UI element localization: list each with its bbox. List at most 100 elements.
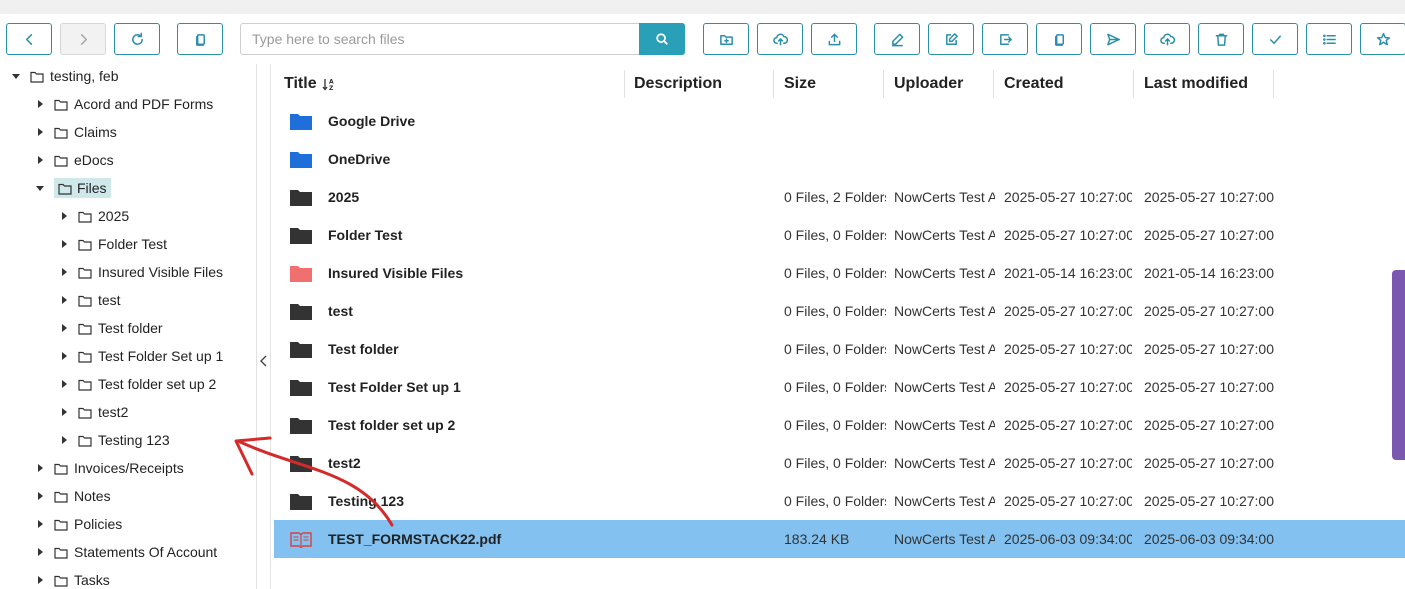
file-row[interactable]: Folder Test 0 Files, 0 Folders NowCerts Te… [274,216,1405,254]
folder-icon [78,322,92,335]
tree-node-test-folder[interactable]: Test folder [60,316,163,340]
caret-right-icon[interactable] [60,240,68,248]
tree-node-test-folder-set-up-2[interactable]: Test folder set up 2 [60,372,216,396]
select-button[interactable] [1252,23,1298,55]
file-size: 0 Files, 0 Folders [784,303,886,319]
upload-button[interactable] [811,23,857,55]
file-row[interactable]: Insured Visible Files 0 Files, 0 Folders N… [274,254,1405,292]
file-row[interactable]: 2025 0 Files, 2 Folders NowCerts Test A 202… [274,178,1405,216]
tree-node-invoices-receipts[interactable]: Invoices/Receipts [36,456,184,480]
tree-node-claims[interactable]: Claims [36,120,117,144]
tree-node-notes[interactable]: Notes [36,484,111,508]
tree-node-label: Acord and PDF Forms [74,96,214,112]
column-header-last-modified[interactable]: Last modified [1134,70,1274,98]
caret-down-icon[interactable] [12,72,20,80]
search-input[interactable] [241,24,639,54]
file-uploader: NowCerts Test A [894,455,995,471]
caret-right-icon[interactable] [60,380,68,388]
folder-icon [290,227,312,244]
back-button[interactable] [6,23,52,55]
caret-right-icon[interactable] [36,548,44,556]
column-header-created[interactable]: Created [994,70,1134,98]
file-row[interactable]: Test folder 0 Files, 0 Folders NowCerts Te… [274,330,1405,368]
list-icon [1322,33,1336,45]
file-row[interactable]: TEST_FORMSTACK22.pdf 183.24 KB NowCerts Te… [274,520,1405,558]
send-button[interactable] [1090,23,1136,55]
column-header-title[interactable]: Title AZ [274,70,625,98]
copy-button[interactable] [177,23,223,55]
caret-right-icon[interactable] [36,464,44,472]
tree-node-statements-of-account[interactable]: Statements Of Account [36,540,217,564]
caret-right-icon[interactable] [36,492,44,500]
tree-node-edocs[interactable]: eDocs [36,148,114,172]
file-row[interactable]: Test Folder Set up 1 0 Files, 0 Folders No… [274,368,1405,406]
caret-right-icon[interactable] [60,436,68,444]
caret-right-icon[interactable] [36,100,44,108]
new-folder-button[interactable] [703,23,749,55]
file-title: OneDrive [328,151,391,167]
file-row[interactable]: OneDrive [274,140,1405,178]
file-created: 2025-05-27 10:27:00 [1004,417,1132,433]
caret-right-icon[interactable] [36,520,44,528]
chevron-right-icon [80,33,87,45]
file-size: 0 Files, 0 Folders [784,227,886,243]
favorite-button[interactable] [1360,23,1405,55]
tree-node-root[interactable]: testing, feb [12,64,119,88]
column-created-label: Created [1004,75,1064,92]
file-row[interactable]: Test folder set up 2 0 Files, 0 Folders No… [274,406,1405,444]
column-header-size[interactable]: Size [774,70,884,98]
sort-az-icon[interactable]: AZ [322,77,336,91]
file-created: 2025-05-27 10:27:00 [1004,303,1132,319]
file-created: 2025-05-27 10:27:00 [1004,455,1132,471]
tree-node-files[interactable]: Files [36,176,111,200]
tree-node-testing-123[interactable]: Testing 123 [60,428,170,452]
duplicate-icon [1054,33,1064,46]
move-button[interactable] [982,23,1028,55]
tree-node-policies[interactable]: Policies [36,512,122,536]
collapse-chevron-icon[interactable] [259,354,269,368]
caret-right-icon[interactable] [36,128,44,136]
tree-node-folder-test[interactable]: Folder Test [60,232,167,256]
tree-node-test[interactable]: test [60,288,121,312]
refresh-button[interactable] [114,23,160,55]
file-row[interactable]: test 0 Files, 0 Folders NowCerts Test A 202… [274,292,1405,330]
column-header-description[interactable]: Description [624,70,774,98]
file-title: 2025 [328,189,360,205]
tree-node-acord-and-pdf-forms[interactable]: Acord and PDF Forms [36,92,213,116]
caret-right-icon[interactable] [60,408,68,416]
tree-node-2025[interactable]: 2025 [60,204,129,228]
rename-button[interactable] [874,23,920,55]
file-uploader: NowCerts Test A [894,227,995,243]
caret-right-icon[interactable] [36,156,44,164]
tree-node-tasks[interactable]: Tasks [36,568,110,589]
column-header-uploader[interactable]: Uploader [884,70,994,98]
panel-splitter[interactable] [256,64,271,589]
download-cloud-button[interactable] [1144,23,1190,55]
tree-node-test2[interactable]: test2 [60,400,128,424]
upload-cloud-button[interactable] [757,23,803,55]
caret-right-icon[interactable] [60,296,68,304]
caret-right-icon[interactable] [36,576,44,584]
caret-down-icon[interactable] [36,184,44,192]
caret-right-icon[interactable] [60,212,68,220]
pencil-icon [891,33,903,46]
side-help-tab[interactable] [1392,270,1405,460]
tree-node-test-folder-set-up-1[interactable]: Test Folder Set up 1 [60,344,223,368]
search-button[interactable] [639,23,685,55]
edit-button[interactable] [928,23,974,55]
file-size: 0 Files, 0 Folders [784,455,886,471]
file-row[interactable]: Testing 123 0 Files, 0 Folders NowCerts Te… [274,482,1405,520]
file-size: 183.24 KB [784,531,850,547]
forward-button[interactable] [60,23,106,55]
file-row[interactable]: test2 0 Files, 0 Folders NowCerts Test A 20… [274,444,1405,482]
caret-right-icon[interactable] [60,268,68,276]
caret-right-icon[interactable] [60,352,68,360]
list-view-button[interactable] [1306,23,1352,55]
tree-node-label: test2 [98,404,129,420]
file-row[interactable]: Google Drive [274,102,1405,140]
tree-node-insured-visible-files[interactable]: Insured Visible Files [60,260,223,284]
duplicate-button[interactable] [1036,23,1082,55]
svg-text:Z: Z [329,85,334,91]
caret-right-icon[interactable] [60,324,68,332]
delete-button[interactable] [1198,23,1244,55]
